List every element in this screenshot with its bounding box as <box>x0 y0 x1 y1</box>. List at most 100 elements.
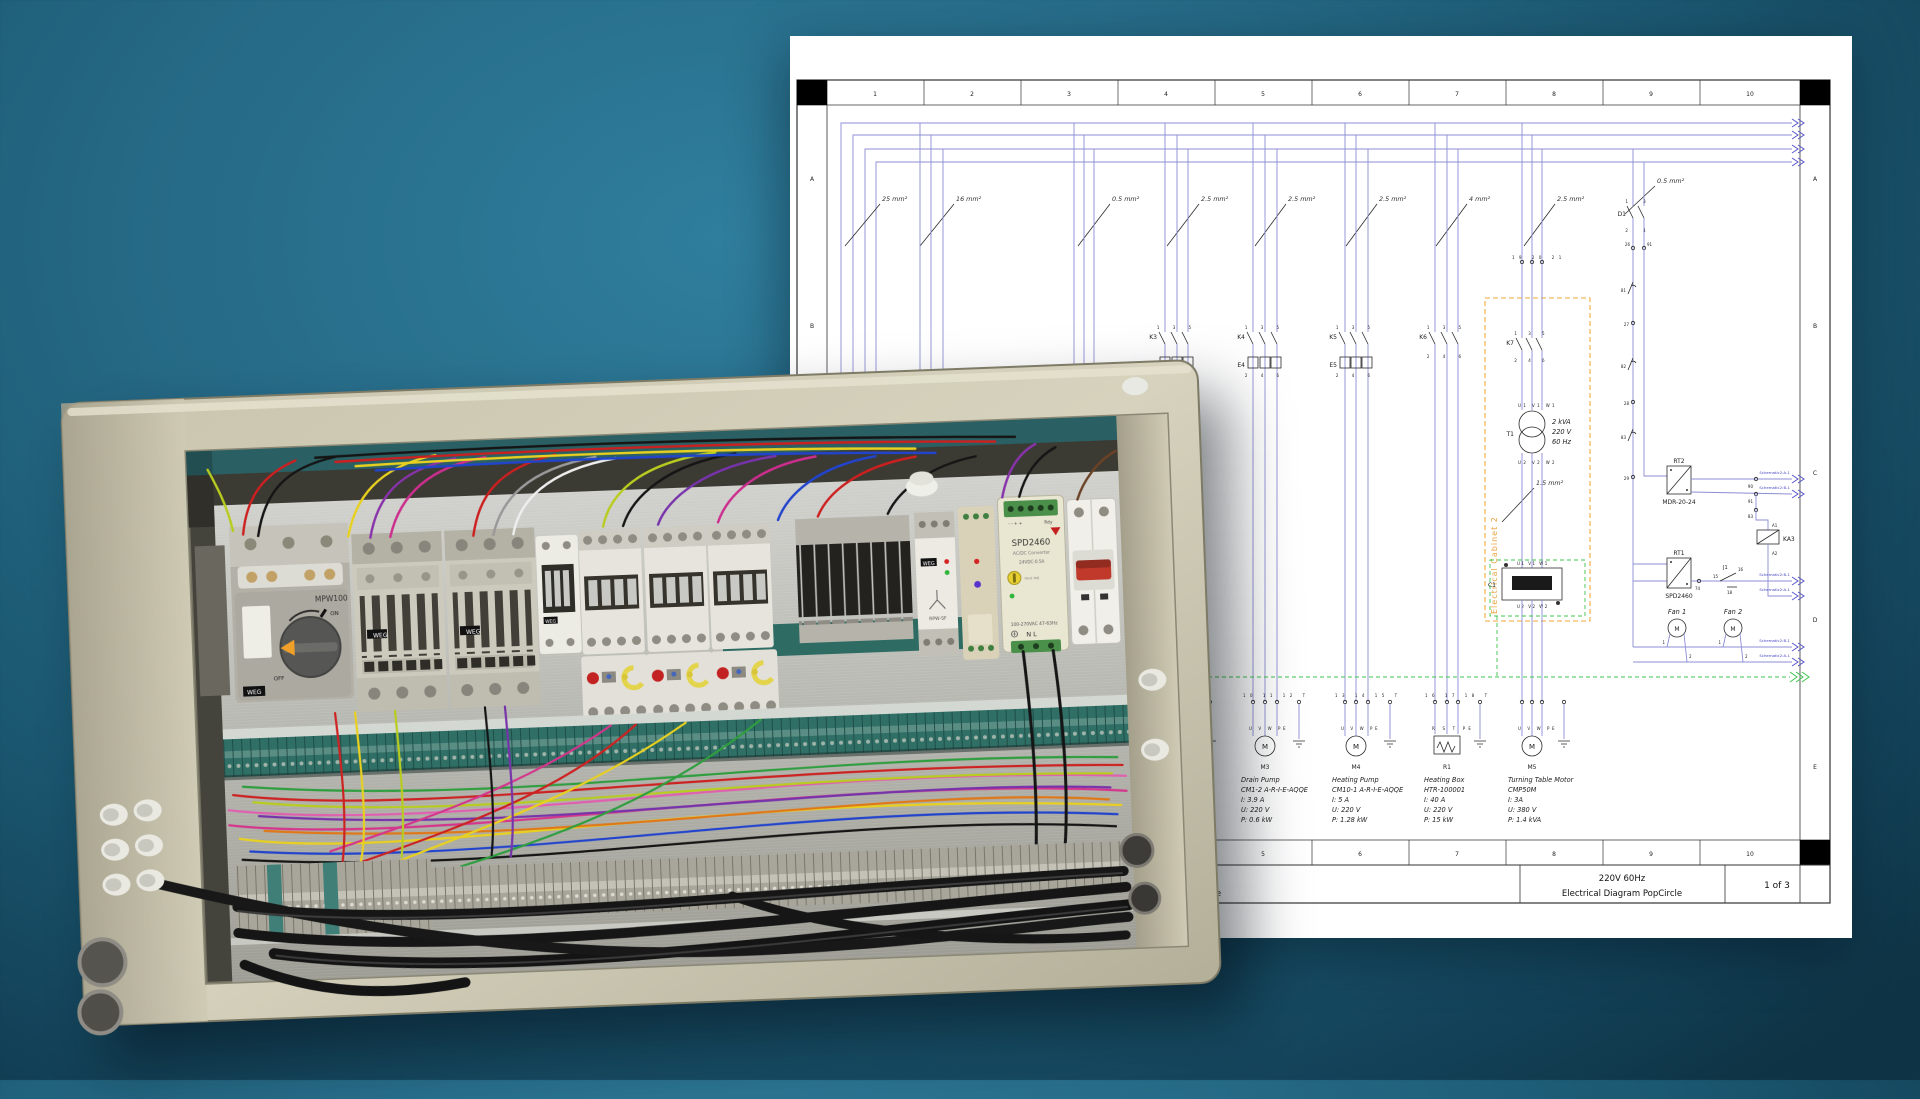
t1-spec-line: 220 V <box>1552 428 1572 436</box>
transformer-spec: 2 kVA 220 V 60 Hz <box>1552 418 1572 446</box>
load-name: Heating Pump <box>1332 776 1379 784</box>
t1-spec-line: 2 kVA <box>1552 418 1571 426</box>
load-model: CM10-1 A-R-I-E-AQQE <box>1332 786 1404 794</box>
terminal-letters: U V W PE <box>1341 726 1380 731</box>
pole-numbers: 1 3 <box>1625 199 1652 204</box>
contact-pin: 15 <box>1713 574 1719 579</box>
cabinet-svg: MPW100 ON OFF WEG WEG WEG WEG <box>11 317 1238 1095</box>
gauge-label: 2.5 mm² <box>1379 195 1407 203</box>
load-current: I: 3A <box>1508 796 1523 804</box>
terminal: 91 <box>1748 499 1754 504</box>
terminal-letters: R S T PE <box>1432 726 1474 731</box>
col-label: 7 <box>1455 91 1459 98</box>
gauge-label: 2.5 mm² <box>1557 195 1585 203</box>
rpw-relay: WEG RPW-SF <box>914 511 959 655</box>
row-label: E <box>1813 764 1817 771</box>
motor-symbol-letter: M <box>1353 743 1359 751</box>
terminal-letters: U V W PE <box>1249 726 1288 731</box>
load-model: CM1-2 A-R-I-E-AQQE <box>1241 786 1309 794</box>
load-name: Heating Box <box>1424 776 1464 784</box>
row-label: B <box>1813 323 1817 330</box>
coil-a2: A2 <box>1772 551 1778 556</box>
load-ref: R1 <box>1443 764 1451 771</box>
gauge-label: 2.5 mm² <box>1288 195 1316 203</box>
relay-bank <box>795 515 914 643</box>
component-ref: K7 <box>1506 340 1514 347</box>
load-name: Drain Pump <box>1241 776 1280 784</box>
load-model: HTR-100001 <box>1424 786 1465 794</box>
diagram-title: Electrical Diagram PopCircle <box>1562 889 1682 899</box>
pole-numbers: 1 3 5 <box>1514 331 1549 336</box>
t1-spec-line: 60 Hz <box>1552 438 1571 446</box>
load-current: I: 3.9 A <box>1241 796 1265 804</box>
col-label: 8 <box>1552 91 1556 98</box>
col-label: 4 <box>1164 91 1168 98</box>
gauge-label: 25 mm² <box>882 195 908 203</box>
mini-contactor: WEG <box>535 535 581 655</box>
load-voltage: U: 220 V <box>1424 806 1453 814</box>
aux-module <box>958 506 1000 660</box>
load-power: P: 1.4 kVA <box>1508 816 1542 824</box>
terminal-numbers: 16 17 18 T <box>1425 693 1492 698</box>
component-ref: RT2 <box>1673 458 1684 465</box>
load-ref: M3 <box>1261 764 1270 771</box>
row-label: B <box>810 323 814 330</box>
load-power: P: 0.6 kW <box>1241 816 1273 824</box>
load-current: I: 5 A <box>1332 796 1350 804</box>
component-ref: T1 <box>1506 431 1515 438</box>
terminal: 29 <box>1624 476 1630 481</box>
psu-rdy-label: Rdy <box>1044 519 1053 524</box>
enclosure-left-wall <box>61 399 208 1026</box>
transformer-bottom-terminals: U2 V2 W2 <box>1518 460 1557 465</box>
c1-top-pins: U1 V1 W1 <box>1517 561 1549 566</box>
col-label: 7 <box>1455 851 1459 858</box>
c1-logo <box>1512 576 1552 590</box>
component-ref: D1 <box>1618 211 1627 218</box>
col-label: 5 <box>1261 91 1265 98</box>
psu-nl-label: N L <box>1026 630 1037 638</box>
weg-logo: WEG <box>373 632 388 640</box>
weg-logo: WEG <box>247 689 262 697</box>
terminal: 27 <box>1624 322 1630 327</box>
pole-numbers: 2 4 <box>1625 228 1652 233</box>
terminal: 26 <box>1625 242 1631 247</box>
psu-polarity: - - + + <box>1008 521 1023 527</box>
col-label: 9 <box>1649 91 1653 98</box>
motor-symbol-letter: M <box>1529 743 1535 751</box>
component-model: MDR-20-24 <box>1662 499 1696 506</box>
row-label: D <box>1813 617 1818 624</box>
pole-numbers: 1 3 5 <box>1245 325 1285 330</box>
offpage-label: Schematic2:A-1 <box>1759 587 1790 592</box>
spd2460-psu: - - + + Rdy SPD2460 AC/DC Converter 24VD… <box>997 495 1069 653</box>
fan-label: Fan 1 <box>1668 608 1686 616</box>
weg-logo: WEG <box>545 619 557 625</box>
weg-logo: WEG <box>466 628 481 636</box>
terminal-numbers: 13 14 15 T <box>1335 693 1402 698</box>
transformer-top-terminals: U1 V1 W1 <box>1518 403 1557 408</box>
load-voltage: U: 220 V <box>1241 806 1270 814</box>
terminal-numbers: 19 20 21 <box>1512 255 1566 260</box>
terminal-letters: U V W PE <box>1518 726 1557 731</box>
load-voltage: U: 380 V <box>1508 806 1537 814</box>
mpw-off-label: OFF <box>274 676 285 682</box>
gauge-label: 2.5 mm² <box>1201 195 1229 203</box>
load-voltage: U: 220 V <box>1332 806 1361 814</box>
wire-duct <box>195 545 231 696</box>
contact-ref: J1 <box>1722 565 1728 571</box>
col-label: 10 <box>1746 851 1754 858</box>
component-ref: C1 <box>1488 582 1496 589</box>
contact-ref: 83 <box>1621 435 1627 440</box>
col-label: 8 <box>1552 851 1556 858</box>
motor-symbol-letter: M <box>1262 743 1268 751</box>
col-label: 6 <box>1358 851 1362 858</box>
col-label: 9 <box>1649 851 1653 858</box>
psu-output-label: 24VDC-0.5A <box>1019 559 1045 565</box>
pole-numbers: 1 3 5 <box>1427 325 1467 330</box>
fan-symbol: M <box>1730 626 1735 633</box>
load-power: P: 1.28 kW <box>1332 816 1368 824</box>
mpw-on-label: ON <box>330 611 339 617</box>
weg-logo: WEG <box>923 561 935 567</box>
component-ref: K5 <box>1329 334 1337 341</box>
component-ref: RT1 <box>1673 550 1684 557</box>
gauge-label: 0.5 mm² <box>1657 177 1685 185</box>
